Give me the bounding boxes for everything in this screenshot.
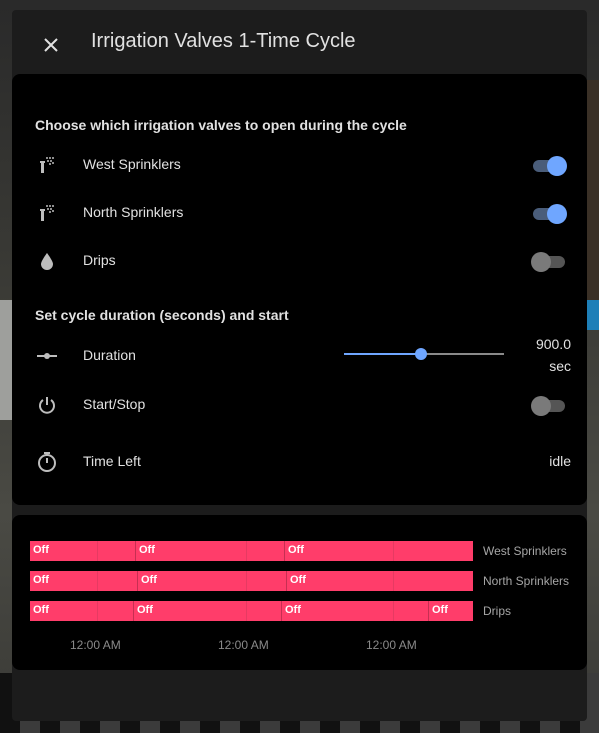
toggle-knob bbox=[547, 204, 567, 224]
valve-row-drips: Drips bbox=[12, 240, 587, 280]
close-icon bbox=[44, 38, 58, 52]
drips-toggle[interactable] bbox=[531, 252, 567, 272]
time-axis-tick: 12:00 AM bbox=[70, 638, 121, 652]
toggle-knob bbox=[531, 252, 551, 272]
history-gridline bbox=[97, 601, 98, 621]
valve-label: North Sprinklers bbox=[83, 204, 184, 220]
history-segment-label: Off bbox=[33, 544, 49, 556]
history-bar-west-sprinklers[interactable]: Off Off Off bbox=[30, 541, 473, 561]
history-segment-label: Off bbox=[290, 574, 306, 586]
history-row-name: North Sprinklers bbox=[483, 574, 570, 588]
background-detail bbox=[585, 80, 599, 300]
history-segment-label: Off bbox=[33, 574, 49, 586]
history-gridline bbox=[97, 541, 98, 561]
time-left-row: Time Left idle bbox=[12, 441, 587, 481]
dialog-header: Irrigation Valves 1-Time Cycle bbox=[12, 10, 587, 74]
duration-unit: sec bbox=[549, 358, 571, 374]
history-segment: Off bbox=[284, 541, 304, 561]
slider-thumb[interactable] bbox=[414, 348, 427, 360]
west-sprinklers-toggle[interactable] bbox=[531, 156, 567, 176]
history-segment-label: Off bbox=[33, 604, 49, 616]
background-detail bbox=[585, 300, 599, 330]
history-segment: Off bbox=[133, 601, 153, 621]
duration-row: Duration 900.0 sec bbox=[12, 335, 587, 375]
history-segment: Off bbox=[137, 571, 157, 591]
valve-label: West Sprinklers bbox=[83, 156, 181, 172]
history-bar-drips[interactable]: Off Off Off Off bbox=[30, 601, 473, 621]
history-gridline bbox=[393, 601, 394, 621]
slider-fill bbox=[344, 353, 421, 355]
toggle-knob bbox=[531, 396, 551, 416]
history-row-name: West Sprinklers bbox=[483, 544, 567, 558]
history-gridline bbox=[393, 541, 394, 561]
timer-icon bbox=[36, 451, 58, 473]
sprinkler-icon bbox=[36, 154, 58, 176]
north-sprinklers-toggle[interactable] bbox=[531, 204, 567, 224]
entities-card: Choose which irrigation valves to open d… bbox=[12, 74, 587, 505]
history-segment: Off bbox=[286, 571, 306, 591]
time-axis-tick: 12:00 AM bbox=[366, 638, 417, 652]
start-stop-toggle[interactable] bbox=[531, 396, 567, 416]
irrigation-dialog: Irrigation Valves 1-Time Cycle Choose wh… bbox=[12, 10, 587, 721]
history-gridline bbox=[246, 571, 247, 591]
history-segment-label: Off bbox=[139, 544, 155, 556]
close-button[interactable] bbox=[38, 32, 64, 58]
history-segment-label: Off bbox=[141, 574, 157, 586]
history-gridline bbox=[246, 541, 247, 561]
history-card: Off Off Off West Sprinklers Off Off Off … bbox=[12, 515, 587, 670]
ray-vertex-icon bbox=[36, 345, 58, 367]
background-detail bbox=[0, 300, 12, 420]
power-icon bbox=[36, 394, 58, 416]
history-gridline bbox=[246, 601, 247, 621]
history-segment-label: Off bbox=[432, 604, 448, 616]
duration-value: 900.0 bbox=[535, 336, 571, 352]
duration-slider[interactable] bbox=[344, 344, 504, 364]
valve-row-north-sprinklers: North Sprinklers bbox=[12, 192, 587, 232]
history-gridline bbox=[97, 571, 98, 591]
start-stop-row: Start/Stop bbox=[12, 384, 587, 424]
start-stop-label: Start/Stop bbox=[83, 396, 146, 412]
time-axis-tick: 12:00 AM bbox=[218, 638, 269, 652]
valve-row-west-sprinklers: West Sprinklers bbox=[12, 144, 587, 184]
valves-heading: Choose which irrigation valves to open d… bbox=[35, 117, 407, 133]
history-segment: Off bbox=[281, 601, 301, 621]
history-segment: Off bbox=[135, 541, 155, 561]
dialog-title: Irrigation Valves 1-Time Cycle bbox=[91, 30, 356, 52]
history-segment-label: Off bbox=[285, 604, 301, 616]
history-segment-label: Off bbox=[288, 544, 304, 556]
water-drop-icon bbox=[36, 250, 58, 272]
cycle-heading: Set cycle duration (seconds) and start bbox=[35, 307, 289, 323]
time-left-label: Time Left bbox=[83, 453, 141, 469]
toggle-knob bbox=[547, 156, 567, 176]
history-segment: Off bbox=[428, 601, 448, 621]
valve-label: Drips bbox=[83, 252, 116, 268]
time-left-value: idle bbox=[549, 453, 571, 469]
duration-label: Duration bbox=[83, 347, 136, 363]
history-bar-north-sprinklers[interactable]: Off Off Off bbox=[30, 571, 473, 591]
history-gridline bbox=[393, 571, 394, 591]
sprinkler-icon bbox=[36, 202, 58, 224]
history-segment-label: Off bbox=[137, 604, 153, 616]
history-row-name: Drips bbox=[483, 604, 512, 618]
